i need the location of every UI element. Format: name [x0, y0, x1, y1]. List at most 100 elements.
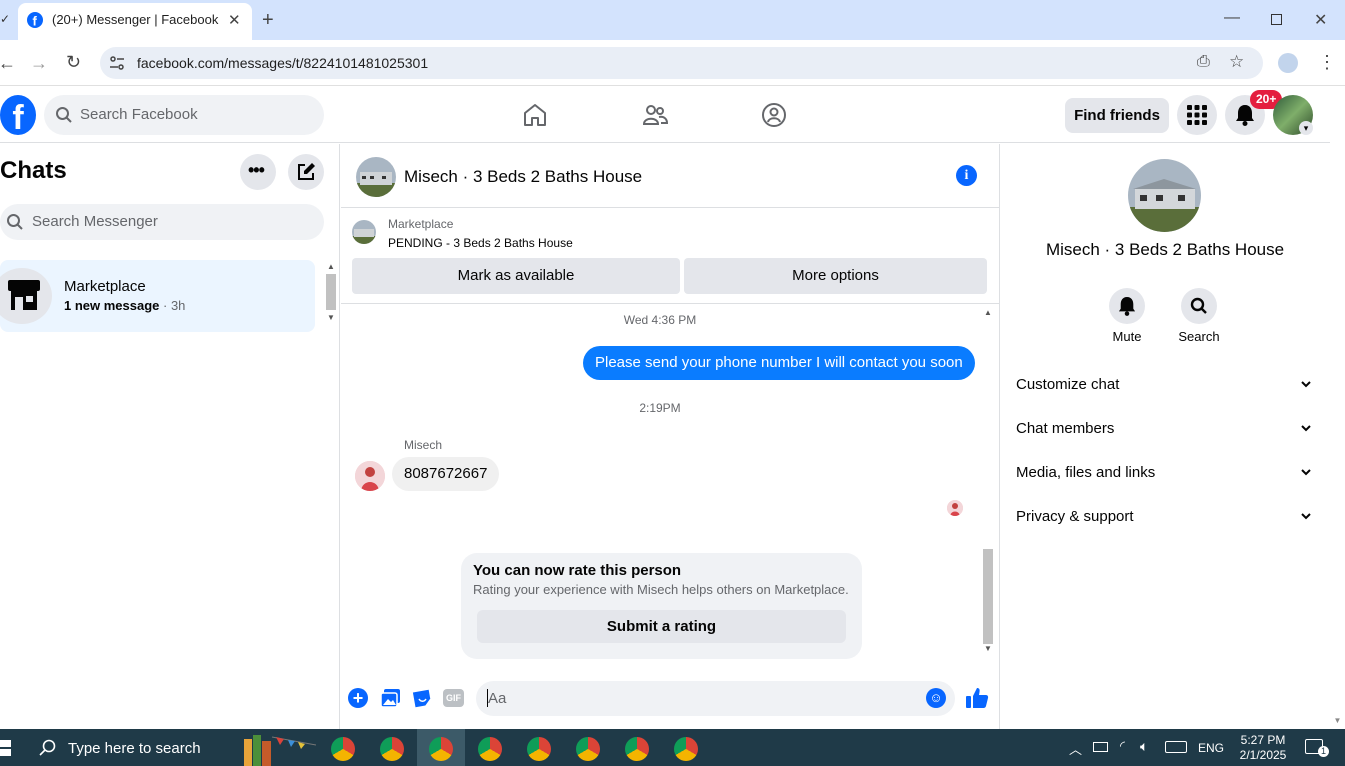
chevron-down-icon — [1301, 469, 1311, 476]
message-input[interactable] — [476, 681, 955, 716]
chrome-profile-taskbar-icon[interactable] — [527, 737, 551, 761]
thumbs-up-icon[interactable] — [965, 686, 989, 710]
listing-thumbnail[interactable] — [352, 220, 376, 244]
language-indicator[interactable]: ENG — [1198, 741, 1224, 755]
window-close-icon[interactable]: ✕ — [1314, 10, 1327, 30]
search-icon — [1190, 297, 1207, 314]
friends-icon[interactable] — [642, 102, 668, 128]
media-files-links-section[interactable]: Media, files and links — [1016, 464, 1316, 488]
svg-text:f: f — [33, 14, 38, 29]
volume-icon[interactable]: 🔈︎ — [1140, 738, 1148, 755]
clock-time: 5:27 PM — [1240, 733, 1286, 747]
page-scrollbar[interactable]: ▼ — [1330, 144, 1345, 729]
chevron-down-icon — [1301, 425, 1311, 432]
emoji-icon[interactable]: ☺ — [926, 688, 946, 708]
listing-status: PENDING - 3 Beds 2 Baths House — [388, 236, 573, 250]
keyboard-icon[interactable] — [1165, 741, 1187, 753]
storefront-icon — [8, 280, 40, 310]
chrome-profile-taskbar-icon[interactable] — [625, 737, 649, 761]
mute-label: Mute — [1112, 329, 1142, 344]
search-icon — [56, 107, 72, 123]
conversation-scrollbar[interactable]: ▲ ▼ — [981, 308, 995, 666]
books-widget-icon[interactable] — [236, 729, 316, 766]
grid-menu-icon — [1187, 105, 1207, 125]
chrome-taskbar-icon[interactable] — [331, 737, 355, 761]
facebook-search-placeholder: Search Facebook — [80, 106, 198, 123]
tray-chevron-icon[interactable]: ︿ — [1069, 739, 1082, 758]
compose-icon — [298, 163, 315, 180]
sticker-icon[interactable] — [412, 688, 432, 708]
section-label: Chat members — [1016, 420, 1115, 437]
privacy-support-section[interactable]: Privacy & support — [1016, 508, 1316, 532]
details-avatar[interactable] — [1128, 159, 1201, 232]
tab-close-icon[interactable]: ✕ — [228, 11, 241, 29]
conversation-title[interactable]: Misech · 3 Beds 2 Baths House — [404, 167, 642, 187]
facebook-logo-icon[interactable]: f — [0, 95, 36, 135]
chat-time: 3h — [170, 298, 186, 313]
site-settings-icon[interactable] — [109, 55, 125, 71]
message-input-placeholder: Aa — [488, 690, 507, 707]
mark-as-available-button[interactable]: Mark as available — [352, 258, 680, 294]
chrome-profile-taskbar-icon[interactable] — [380, 737, 404, 761]
section-label: Privacy & support — [1016, 508, 1134, 525]
outgoing-message-bubble[interactable]: Please send your phone number I will con… — [583, 346, 975, 380]
rating-card-title: You can now rate this person — [473, 562, 682, 579]
tab-title: (20+) Messenger | Facebook — [52, 12, 219, 27]
message-timestamp: 2:19PM — [639, 401, 681, 415]
chat-members-section[interactable]: Chat members — [1016, 420, 1316, 444]
wifi-icon[interactable]: ◜ — [1120, 738, 1125, 754]
chevron-down-icon — [1301, 381, 1311, 388]
clock[interactable]: 5:27 PM 2/1/2025 — [1234, 733, 1292, 763]
reload-icon[interactable]: ↻ — [66, 52, 81, 73]
home-icon[interactable] — [522, 102, 548, 128]
sender-name: Misech — [404, 438, 443, 452]
gif-icon[interactable]: GIF — [443, 689, 464, 707]
clock-date: 2/1/2025 — [1239, 748, 1287, 762]
bell-icon — [1118, 297, 1136, 316]
search-icon — [7, 214, 23, 230]
messenger-search-placeholder: Search Messenger — [32, 213, 158, 230]
chrome-profile-taskbar-icon[interactable] — [576, 737, 600, 761]
chat-name: Marketplace — [64, 278, 146, 295]
info-icon[interactable]: i — [956, 165, 977, 186]
details-name: Misech · 3 Beds 2 Baths House — [1045, 240, 1285, 259]
submit-rating-button[interactable]: Submit a rating — [477, 610, 846, 643]
browser-menu-icon[interactable]: ⋮ — [1318, 52, 1336, 73]
more-options-button[interactable]: More options — [684, 258, 987, 294]
maximize-icon[interactable] — [1271, 14, 1282, 25]
incoming-message-bubble[interactable]: 8087672667 — [392, 457, 500, 491]
tab-search-chevron[interactable]: ✓ — [0, 12, 10, 26]
customize-chat-section[interactable]: Customize chat — [1016, 376, 1316, 400]
battery-icon[interactable] — [1093, 742, 1108, 752]
taskbar-search-input[interactable]: Type here to search — [68, 740, 201, 757]
rating-card-text: Rating your experience with Misech helps… — [473, 582, 849, 597]
chevron-down-icon — [1301, 513, 1311, 520]
windows-start-icon[interactable] — [0, 740, 12, 756]
search-label: Search — [1178, 329, 1220, 344]
new-tab-icon[interactable]: + — [262, 9, 274, 32]
chrome-profile-taskbar-icon[interactable] — [478, 737, 502, 761]
action-center-count: 1 — [1318, 746, 1329, 757]
chat-preview-text: 1 new message — [64, 298, 160, 313]
account-chevron-icon[interactable]: ▾ — [1299, 121, 1313, 135]
find-friends-button[interactable]: Find friends — [1065, 98, 1169, 133]
back-icon[interactable]: ← — [0, 53, 16, 74]
add-icon[interactable]: + — [348, 688, 368, 708]
chat-list-scrollbar[interactable]: ▲ ▼ — [325, 262, 337, 330]
section-label: Media, files and links — [1016, 464, 1156, 481]
install-app-icon[interactable]: ⎙ — [1197, 53, 1210, 71]
profile-icon[interactable] — [1278, 53, 1298, 73]
chat-preview: 1 new message · 3h — [64, 298, 186, 313]
conversation-avatar[interactable] — [356, 157, 396, 197]
marketplace-label: Marketplace — [388, 217, 454, 231]
chrome-profile-taskbar-icon[interactable] — [674, 737, 698, 761]
bell-icon — [1236, 105, 1254, 126]
chrome-profile-taskbar-icon[interactable] — [429, 737, 453, 761]
section-label: Customize chat — [1016, 376, 1120, 393]
sender-avatar[interactable] — [355, 461, 385, 491]
minimize-icon[interactable]: — — [1224, 9, 1240, 27]
groups-icon[interactable] — [761, 102, 787, 128]
photo-icon[interactable] — [380, 688, 401, 708]
bookmark-star-icon[interactable]: ☆ — [1229, 52, 1244, 72]
forward-icon[interactable]: → — [30, 53, 48, 74]
